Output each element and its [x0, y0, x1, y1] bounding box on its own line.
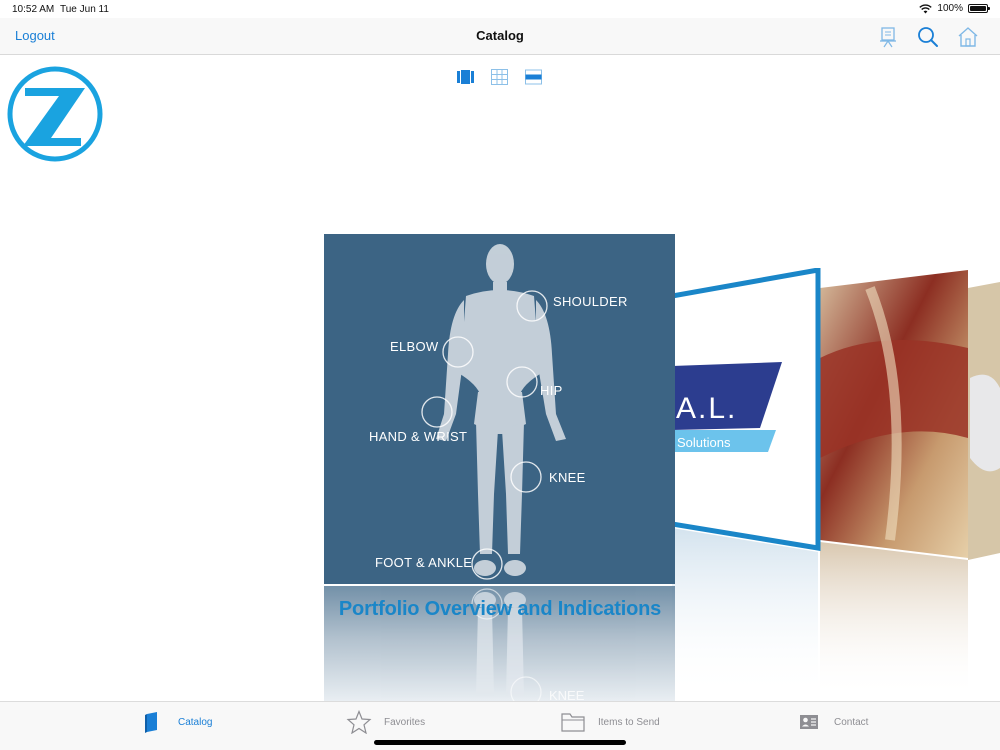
cover-2-title: A.L.	[676, 392, 737, 425]
battery-percent: 100%	[937, 3, 963, 14]
grid-view-icon[interactable]	[491, 69, 508, 85]
tab-catalog[interactable]: Catalog	[140, 710, 212, 734]
tab-favorites-label: Favorites	[384, 716, 426, 728]
status-right: 100%	[919, 3, 990, 14]
catalog-cover-portfolio[interactable]: SHOULDER ELBOW HIP HAND & WRIST KNEE FOO…	[324, 234, 675, 584]
label-shoulder: SHOULDER	[553, 294, 628, 309]
star-icon	[346, 710, 372, 734]
cover-title: Portfolio Overview and Indications	[338, 598, 662, 620]
navigation-bar: Logout Catalog	[0, 18, 1000, 55]
home-indicator[interactable]	[374, 740, 626, 745]
cover-2-subtitle: Solutions	[677, 435, 731, 450]
label-elbow: ELBOW	[390, 339, 439, 354]
wifi-icon	[919, 3, 933, 13]
book-icon	[145, 712, 157, 733]
list-view-icon[interactable]	[525, 69, 542, 85]
battery-icon	[968, 4, 990, 13]
logout-button[interactable]: Logout	[15, 28, 55, 43]
coverflow-view-icon[interactable]	[457, 69, 474, 85]
folder-icon	[561, 713, 585, 732]
page-title: Catalog	[476, 28, 524, 43]
label-knee: KNEE	[549, 470, 586, 485]
search-icon[interactable]	[916, 25, 940, 49]
status-bar: 10:52 AM Tue Jun 11 100%	[0, 0, 1000, 18]
body-figure-illustration	[421, 244, 566, 580]
tab-contact-label: Contact	[834, 716, 869, 728]
nav-actions	[876, 25, 980, 49]
reflection-label: KNEE	[549, 688, 585, 702]
zimmer-logo	[7, 66, 103, 162]
view-mode-selector	[457, 69, 542, 85]
catalog-cover-2[interactable]: A.L. Solutions	[672, 268, 822, 698]
tab-catalog-label: Catalog	[178, 716, 213, 728]
catalog-cover-3[interactable]	[810, 268, 1000, 698]
status-time: 10:52 AM	[12, 4, 55, 15]
label-foot-ankle: FOOT & ANKLE	[375, 555, 473, 570]
tab-contact[interactable]: Contact	[796, 710, 868, 734]
home-icon[interactable]	[956, 25, 980, 49]
tab-items-to-send[interactable]: Items to Send	[560, 710, 660, 734]
tab-favorites[interactable]: Favorites	[346, 710, 425, 734]
catalog-screen: 10:52 AM Tue Jun 11 100% Logout Catalog	[0, 0, 1000, 750]
easel-icon[interactable]	[876, 25, 900, 49]
tab-items-to-send-label: Items to Send	[598, 716, 660, 728]
label-hand-wrist: HAND & WRIST	[369, 429, 468, 444]
contact-card-icon	[800, 715, 818, 729]
status-date: Tue Jun 11	[60, 4, 109, 15]
label-hip: HIP	[540, 383, 563, 398]
